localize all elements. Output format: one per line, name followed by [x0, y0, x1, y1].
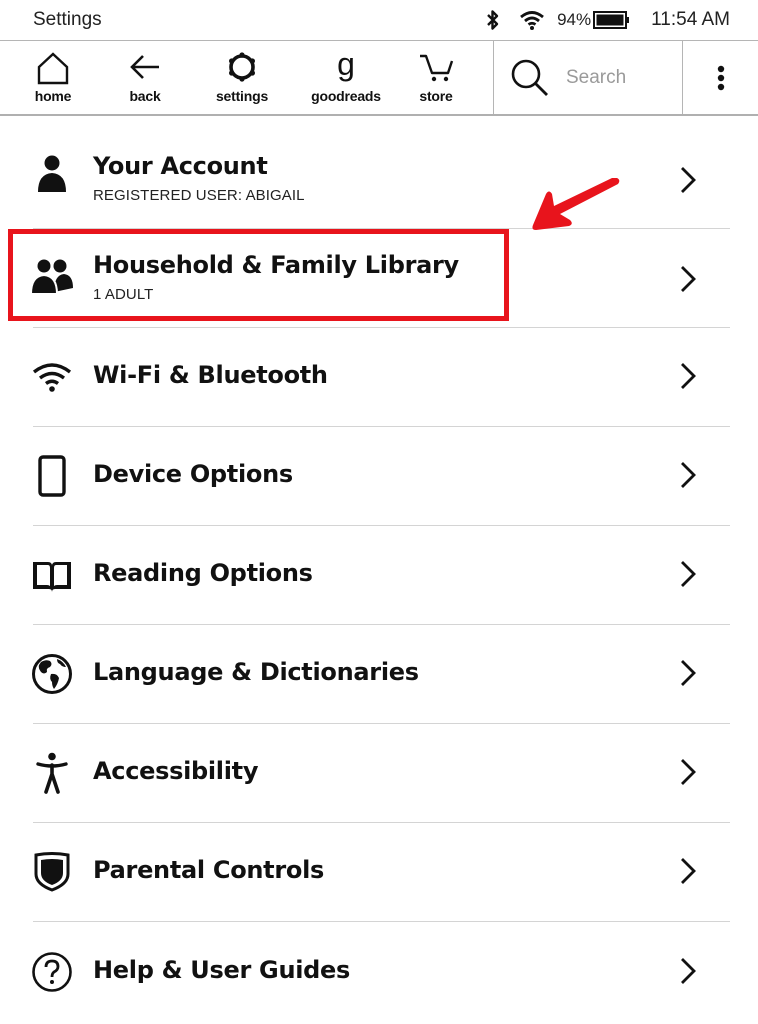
help-icon	[30, 950, 74, 994]
wifi-icon	[520, 11, 544, 30]
chevron-right-icon	[681, 759, 696, 785]
book-icon	[30, 554, 74, 598]
settings-item-household-family-library[interactable]: Household & Family Library 1 ADULT	[0, 229, 758, 328]
settings-list: Your Account REGISTERED USER: ABIGAIL Ho…	[0, 130, 758, 1021]
cart-icon	[420, 54, 454, 82]
settings-item-title: Accessibility	[93, 757, 259, 785]
goodreads-label: goodreads	[311, 88, 381, 104]
search-placeholder: Search	[566, 66, 627, 88]
settings-item-subtitle: 1 ADULT	[93, 286, 154, 303]
settings-item-reading-options[interactable]: Reading Options	[0, 526, 758, 625]
settings-item-title: Reading Options	[93, 559, 313, 587]
back-arrow-icon	[130, 55, 159, 79]
home-icon	[37, 52, 69, 85]
settings-item-wifi-bluetooth[interactable]: Wi-Fi & Bluetooth	[0, 328, 758, 427]
settings-item-title: Help & User Guides	[93, 956, 351, 984]
chevron-right-icon	[681, 858, 696, 884]
svg-text:g: g	[337, 51, 355, 82]
store-label: store	[419, 88, 453, 104]
wifi-icon	[30, 355, 74, 399]
people-icon	[30, 255, 74, 299]
back-label: back	[129, 88, 161, 104]
settings-item-accessibility[interactable]: Accessibility	[0, 724, 758, 823]
chevron-right-icon	[681, 266, 696, 292]
goodreads-button[interactable]: g goodreads	[305, 41, 387, 114]
settings-item-your-account[interactable]: Your Account REGISTERED USER: ABIGAIL	[0, 130, 758, 229]
status-bar: Settings 94% 11:54 AM	[0, 0, 758, 41]
settings-item-subtitle: REGISTERED USER: ABIGAIL	[93, 187, 305, 204]
bluetooth-icon	[487, 10, 499, 30]
settings-item-parental-controls[interactable]: Parental Controls	[0, 823, 758, 922]
chevron-right-icon	[681, 660, 696, 686]
battery-percent: 94%	[557, 10, 592, 29]
chevron-right-icon	[681, 462, 696, 488]
clock: 11:54 AM	[651, 9, 730, 30]
accessibility-icon	[30, 751, 74, 795]
settings-item-title: Your Account	[93, 152, 268, 180]
more-menu-button[interactable]	[683, 41, 758, 114]
settings-item-language-dictionaries[interactable]: Language & Dictionaries	[0, 625, 758, 724]
settings-item-title: Language & Dictionaries	[93, 658, 419, 686]
home-label: home	[34, 88, 72, 104]
settings-item-title: Wi-Fi & Bluetooth	[93, 361, 328, 389]
search-input[interactable]: Search	[494, 41, 682, 114]
status-indicators: 94% 11:54 AM	[485, 8, 730, 32]
back-button[interactable]: back	[122, 41, 168, 114]
store-button[interactable]: store	[412, 41, 460, 114]
battery-icon	[593, 11, 630, 29]
settings-gear-icon	[229, 52, 255, 82]
shield-icon	[30, 850, 74, 894]
goodreads-icon: g	[337, 51, 355, 82]
person-icon	[30, 152, 74, 196]
settings-item-title: Household & Family Library	[93, 251, 459, 279]
device-icon	[30, 454, 74, 498]
settings-item-title: Parental Controls	[93, 856, 324, 884]
home-button[interactable]: home	[28, 41, 78, 114]
chevron-right-icon	[681, 363, 696, 389]
settings-label: settings	[215, 88, 269, 104]
settings-button[interactable]: settings	[208, 41, 276, 114]
settings-item-title: Device Options	[93, 460, 293, 488]
chevron-right-icon	[681, 167, 696, 193]
status-title: Settings	[33, 9, 102, 30]
chevron-right-icon	[681, 958, 696, 984]
more-vertical-icon	[717, 65, 724, 90]
toolbar: home back settings g goodreads store Sea…	[0, 41, 758, 116]
settings-item-device-options[interactable]: Device Options	[0, 427, 758, 526]
search-icon	[511, 59, 548, 96]
settings-item-help-user-guides[interactable]: Help & User Guides	[0, 922, 758, 1021]
globe-icon	[30, 652, 74, 696]
chevron-right-icon	[681, 561, 696, 587]
